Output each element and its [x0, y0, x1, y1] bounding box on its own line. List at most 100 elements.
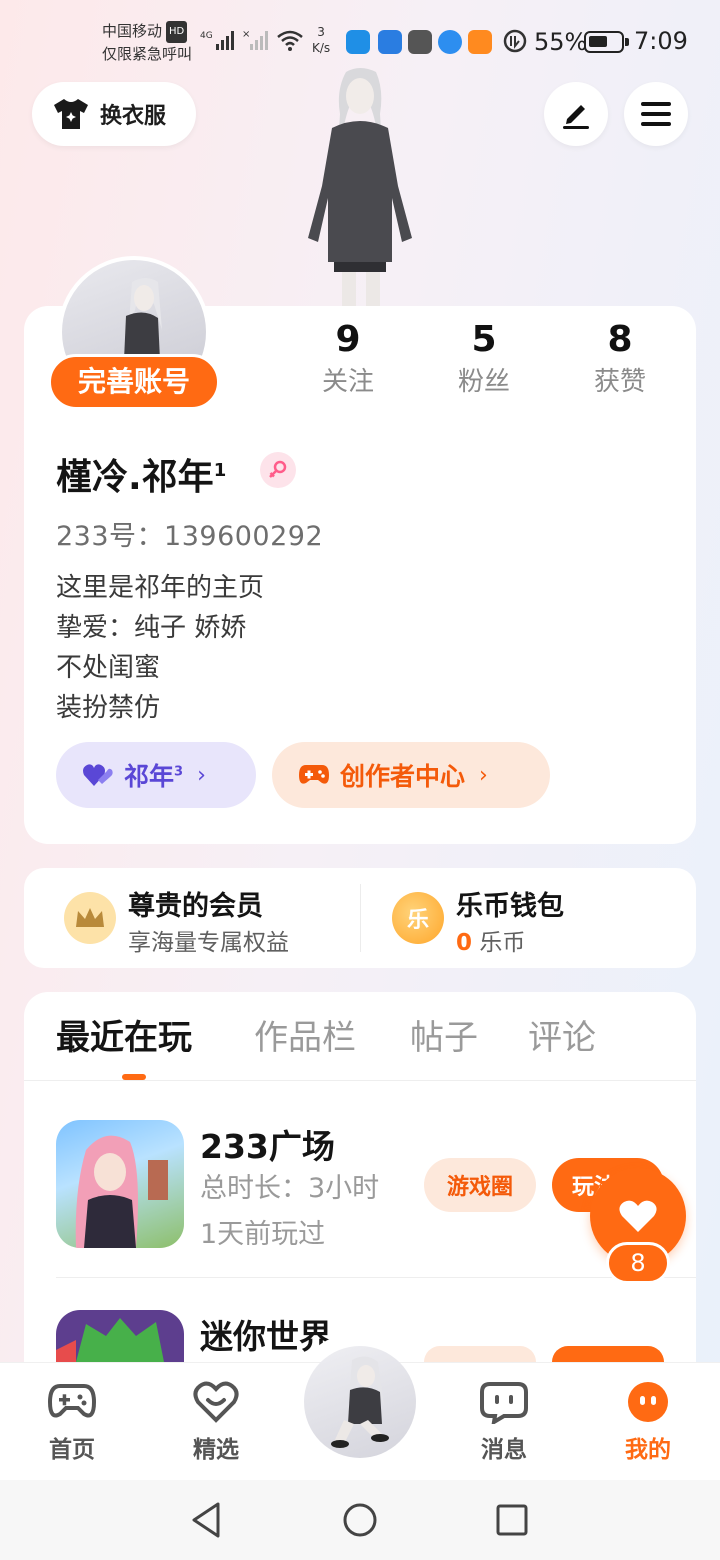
svg-text:×: ×	[242, 29, 250, 40]
game-icon-233-plaza[interactable]	[56, 1120, 184, 1248]
bio-line: 挚爱：纯子 娇娇	[56, 613, 247, 643]
cleaner-app-icon	[346, 30, 370, 54]
username: 槿冷.祁年1	[56, 448, 226, 500]
gamepad-icon	[299, 765, 329, 784]
double-heart-icon	[83, 764, 113, 786]
nav-messages[interactable]: 消息	[454, 1380, 554, 1464]
speed-value: 3	[317, 25, 325, 39]
speed-unit: K/s	[312, 41, 331, 55]
battery-icon	[584, 31, 629, 53]
crown-icon	[64, 892, 116, 944]
home-circle-icon[interactable]	[342, 1502, 378, 1542]
game-circle-button[interactable]: 游戏圈	[424, 1158, 536, 1212]
avatar-figure[interactable]	[280, 66, 440, 308]
nav-label: 我的	[625, 1437, 671, 1463]
bio-line: 装扮禁仿	[56, 693, 161, 723]
member-entry[interactable]: 尊贵的会员 享海量专属权益	[128, 884, 289, 957]
chevron-right-icon: ›	[479, 762, 488, 788]
tab-posts[interactable]: 帖子	[410, 1014, 478, 1062]
bio: 这里是祁年的主页 挚爱：纯子 娇娇 不处闺蜜 装扮禁仿	[56, 568, 264, 728]
signal-icon: 4G	[200, 28, 240, 52]
nav-featured[interactable]: 精选	[166, 1380, 266, 1464]
game-icon-mini-world[interactable]	[56, 1310, 184, 1362]
game-circle-button[interactable]	[424, 1346, 536, 1362]
huawei-app-icon	[408, 30, 432, 54]
bio-line: 不处闺蜜	[56, 653, 161, 683]
username-text: 槿冷.祁年	[56, 457, 214, 498]
carrier-name: 中国移动	[102, 22, 163, 40]
svg-text:4G: 4G	[200, 31, 213, 41]
heart-smile-icon	[193, 1381, 239, 1423]
group-chip[interactable]: 祁年3 ›	[56, 742, 256, 808]
nav-label: 首页	[49, 1437, 95, 1463]
nav-avatar-button[interactable]	[304, 1346, 416, 1458]
browser-app-icon	[438, 30, 462, 54]
nav-mine[interactable]: 我的	[598, 1380, 698, 1464]
recents-icon[interactable]	[496, 1504, 528, 1540]
creator-center-chip[interactable]: 创作者中心 ›	[272, 742, 550, 808]
nav-label: 消息	[481, 1437, 527, 1463]
heart-icon	[619, 1200, 657, 1232]
stat-following[interactable]: 9 关注	[288, 318, 408, 402]
tab-recent-played[interactable]: 最近在玩	[56, 1014, 192, 1062]
edit-button[interactable]	[544, 82, 608, 146]
followers-label: 粉丝	[457, 367, 510, 397]
change-outfit-button[interactable]: 换衣服	[32, 82, 196, 146]
followers-count: 5	[471, 319, 497, 360]
change-outfit-label: 换衣服	[100, 104, 167, 129]
game-duration: 总时长：3小时	[200, 1173, 380, 1204]
chat-icon	[480, 1382, 528, 1426]
wallet-balance: 0 乐币	[456, 923, 564, 957]
play-button[interactable]	[552, 1346, 664, 1362]
data-saver-icon	[502, 28, 528, 53]
hd-badge: HD	[166, 21, 188, 43]
creator-center-label: 创作者中心	[340, 762, 466, 791]
menu-button[interactable]	[624, 82, 688, 146]
likes-count: 8	[607, 319, 633, 360]
wallet-amount: 0	[456, 930, 473, 956]
game-name[interactable]: 233广场	[200, 1120, 335, 1168]
gamepad-icon	[47, 1384, 97, 1418]
coin-icon: 乐	[392, 892, 444, 944]
tab-works[interactable]: 作品栏	[254, 1014, 356, 1062]
nav-label: 精选	[193, 1437, 239, 1463]
nav-home[interactable]: 首页	[22, 1380, 122, 1464]
likes-label: 获赞	[593, 367, 646, 397]
chevron-right-icon: ›	[197, 762, 206, 788]
no-signal-icon: ×	[242, 28, 272, 52]
female-icon	[260, 452, 296, 488]
wallet-unit: 乐币	[479, 930, 526, 956]
complete-account-badge[interactable]: 完善账号	[48, 354, 220, 410]
tshirt-icon	[54, 99, 88, 129]
carrier-info: 中国移动 HD 仅限紧急呼叫	[102, 20, 192, 65]
username-level: 1	[213, 460, 227, 481]
profile-face-icon	[628, 1382, 668, 1422]
following-count: 9	[335, 319, 361, 360]
wallet-entry[interactable]: 乐币钱包 0 乐币	[456, 884, 564, 957]
clock: 7:09	[634, 27, 688, 55]
floating-like-count: 8	[606, 1242, 670, 1284]
coin-glyph: 乐	[406, 908, 429, 933]
member-title: 尊贵的会员	[128, 891, 263, 922]
back-icon[interactable]	[188, 1500, 224, 1544]
security-app-icon	[378, 30, 402, 54]
member-subtitle: 享海量专属权益	[128, 930, 289, 956]
bio-line: 这里是祁年的主页	[56, 573, 265, 603]
battery-percent: 55%	[534, 28, 588, 56]
stat-followers[interactable]: 5 粉丝	[424, 318, 544, 402]
video-app-icon	[468, 30, 492, 54]
emergency-only-text: 仅限紧急呼叫	[102, 45, 193, 63]
game-last-played: 1天前玩过	[200, 1219, 326, 1250]
tab-comments[interactable]: 评论	[528, 1014, 596, 1062]
divider	[56, 1277, 696, 1278]
wallet-title: 乐币钱包	[456, 891, 564, 922]
stat-likes[interactable]: 8 获赞	[560, 318, 680, 402]
pen-icon	[563, 105, 589, 129]
wifi-icon	[276, 28, 304, 52]
menu-icon	[641, 102, 671, 126]
divider	[24, 1080, 696, 1081]
group-chip-label: 祁年3	[124, 762, 184, 791]
user-id: 233号：139600292	[56, 521, 324, 552]
following-label: 关注	[321, 367, 374, 397]
divider	[360, 884, 361, 952]
